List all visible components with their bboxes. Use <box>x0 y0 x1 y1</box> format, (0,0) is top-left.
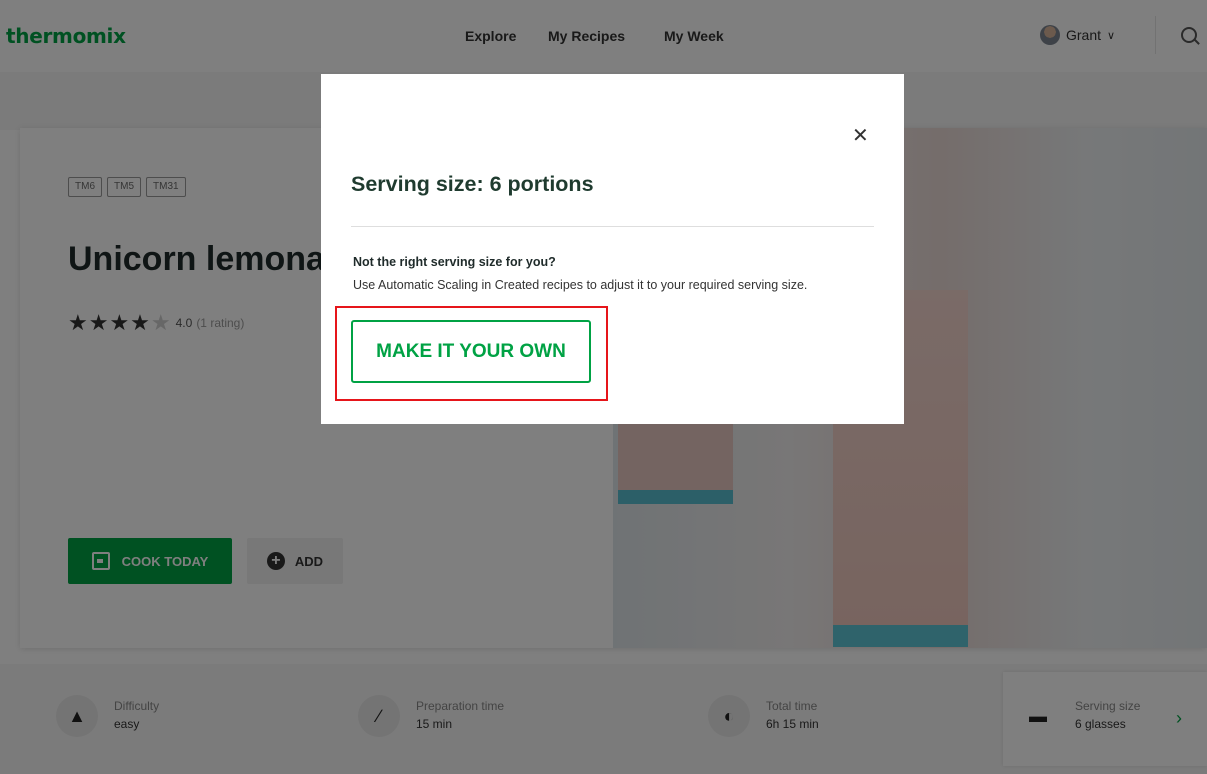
dialog-question: Not the right serving size for you? <box>353 255 556 269</box>
dialog-description: Use Automatic Scaling in Created recipes… <box>353 278 808 292</box>
dialog-divider <box>351 226 874 227</box>
close-icon[interactable]: ✕ <box>852 126 869 146</box>
highlight-box <box>335 306 608 401</box>
dialog-title: Serving size: 6 portions <box>351 172 594 196</box>
